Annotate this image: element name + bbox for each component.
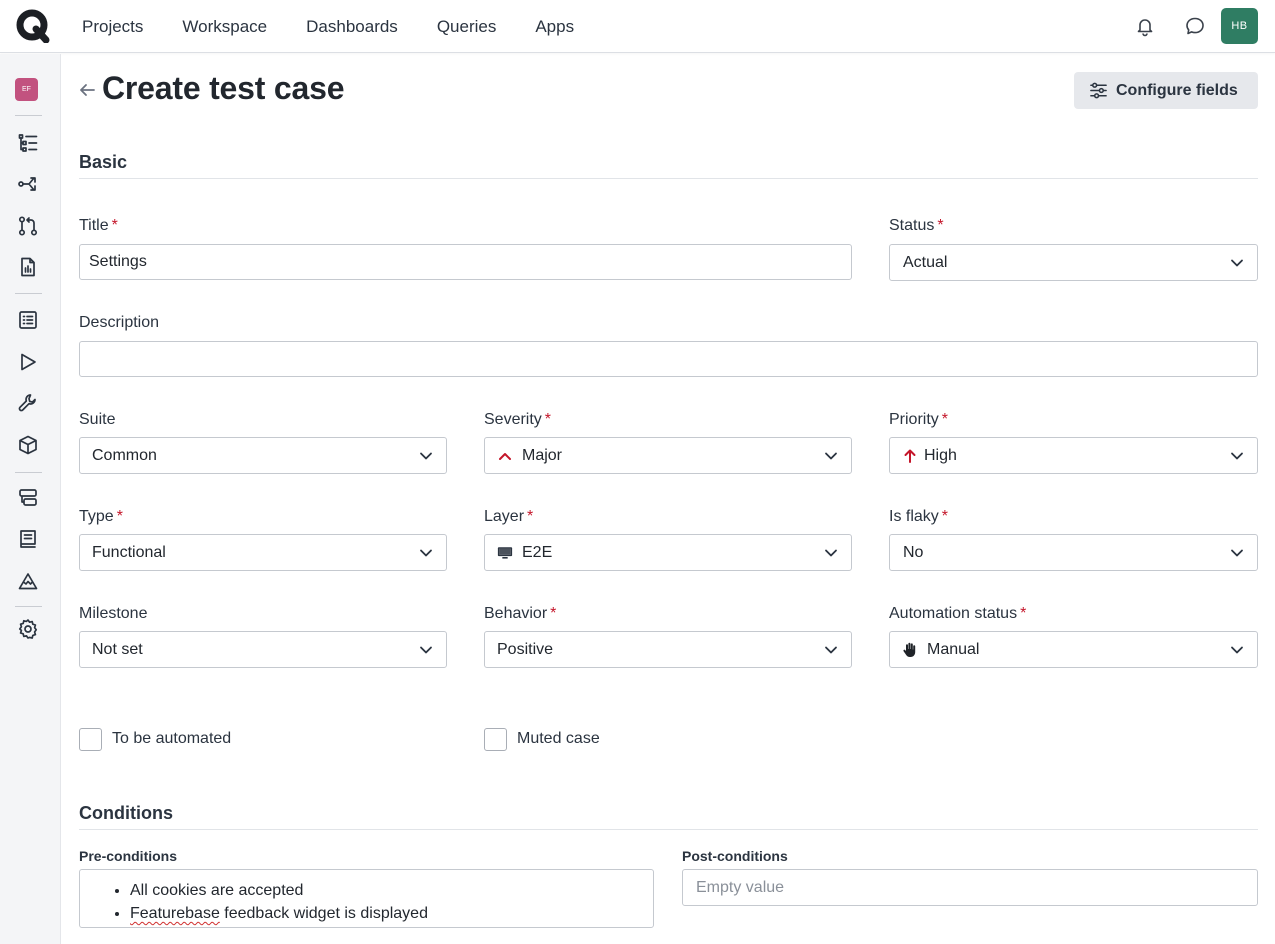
chevron-down-icon (825, 646, 837, 654)
configurations-icon[interactable] (17, 392, 39, 414)
post-conditions-label: Post-conditions (682, 848, 788, 864)
nav-queries[interactable]: Queries (437, 17, 497, 37)
suite-select[interactable]: Common (79, 437, 447, 474)
to-be-automated-checkbox[interactable] (79, 728, 102, 751)
list-item: All cookies are accepted (130, 879, 653, 902)
muted-case-label: Muted case (517, 730, 600, 747)
section-basic-title: Basic (79, 152, 128, 172)
status-label: Status * (889, 217, 944, 234)
priority-label: Priority * (889, 411, 949, 428)
environments-icon[interactable] (17, 434, 39, 456)
section-divider (79, 178, 1258, 179)
hand-icon (902, 642, 918, 658)
monitor-icon (497, 545, 513, 561)
section-conditions-title: Conditions (79, 803, 173, 823)
workflow-icon[interactable] (17, 215, 39, 237)
pre-conditions-editor[interactable]: All cookies are accepted Featurebase fee… (79, 869, 654, 928)
sliders-icon (1090, 82, 1107, 99)
defects-icon[interactable] (17, 487, 39, 509)
behavior-label: Behavior * (484, 605, 557, 622)
bell-icon[interactable] (1134, 15, 1156, 37)
section-divider (79, 829, 1258, 830)
title-input[interactable]: Settings (79, 244, 852, 280)
configure-fields-label: Configure fields (1116, 81, 1238, 99)
to-be-automated-label: To be automated (112, 730, 232, 747)
sidebar-divider (15, 293, 42, 294)
sidebar-divider (15, 606, 42, 607)
nav-dashboards[interactable]: Dashboards (306, 17, 398, 37)
chevron-down-icon (825, 549, 837, 557)
sidebar-divider (15, 115, 42, 116)
is-flaky-label: Is flaky * (889, 508, 949, 525)
type-select[interactable]: Functional (79, 534, 447, 571)
arrow-up-icon (902, 448, 918, 464)
automation-status-label: Automation status * (889, 605, 1027, 622)
nav-apps[interactable]: Apps (535, 17, 574, 37)
chat-icon[interactable] (1184, 15, 1206, 37)
report-icon[interactable] (17, 256, 39, 278)
back-arrow-icon[interactable] (78, 80, 98, 100)
description-label: Description (79, 314, 160, 331)
test-plans-icon[interactable] (17, 309, 39, 331)
status-select[interactable]: Actual (889, 244, 1258, 281)
chevron-down-icon (825, 452, 837, 460)
title-label: Title * (79, 217, 118, 234)
pre-conditions-label: Pre-conditions (79, 848, 178, 864)
top-bar: Projects Workspace Dashboards Queries Ap… (0, 0, 1275, 53)
nav-projects[interactable]: Projects (82, 17, 143, 37)
type-label: Type * (79, 508, 123, 525)
test-runs-icon[interactable] (17, 351, 39, 373)
severity-label: Severity * (484, 411, 552, 428)
milestones-icon[interactable] (17, 570, 39, 592)
page-title: Create test case (102, 70, 345, 106)
requirements-icon[interactable] (17, 528, 39, 550)
chevron-down-icon (420, 549, 432, 557)
chevron-up-icon (497, 448, 513, 464)
sidebar: EF (0, 54, 61, 944)
chevron-down-icon (1231, 549, 1243, 557)
chevron-down-icon (1231, 646, 1243, 654)
behavior-select[interactable]: Positive (484, 631, 852, 668)
layer-label: Layer * (484, 508, 534, 525)
chevron-down-icon (420, 452, 432, 460)
is-flaky-select[interactable]: No (889, 534, 1258, 571)
milestone-label: Milestone (79, 605, 148, 622)
milestone-select[interactable]: Not set (79, 631, 447, 668)
repository-icon[interactable] (17, 132, 39, 154)
chevron-down-icon (1231, 452, 1243, 460)
post-conditions-input[interactable]: Empty value (682, 869, 1258, 906)
description-input[interactable] (79, 341, 1258, 377)
automation-status-select[interactable]: Manual (889, 631, 1258, 668)
sidebar-divider (15, 472, 42, 473)
suite-label: Suite (79, 411, 116, 428)
muted-case-checkbox[interactable] (484, 728, 507, 751)
configure-fields-button[interactable]: Configure fields (1074, 72, 1258, 109)
chevron-down-icon (1231, 259, 1243, 267)
settings-icon[interactable] (17, 618, 39, 640)
nav-workspace[interactable]: Workspace (182, 17, 267, 37)
priority-select[interactable]: High (889, 437, 1258, 474)
chevron-down-icon (420, 646, 432, 654)
severity-select[interactable]: Major (484, 437, 852, 474)
list-item: Featurebase feedback widget is displayed (130, 902, 653, 925)
project-avatar[interactable]: EF (15, 78, 38, 101)
layer-select[interactable]: E2E (484, 534, 852, 571)
shared-steps-icon[interactable] (17, 173, 39, 195)
main-nav: Projects Workspace Dashboards Queries Ap… (82, 0, 613, 53)
qase-logo-icon[interactable] (16, 9, 50, 43)
user-avatar[interactable]: HB (1221, 8, 1258, 44)
